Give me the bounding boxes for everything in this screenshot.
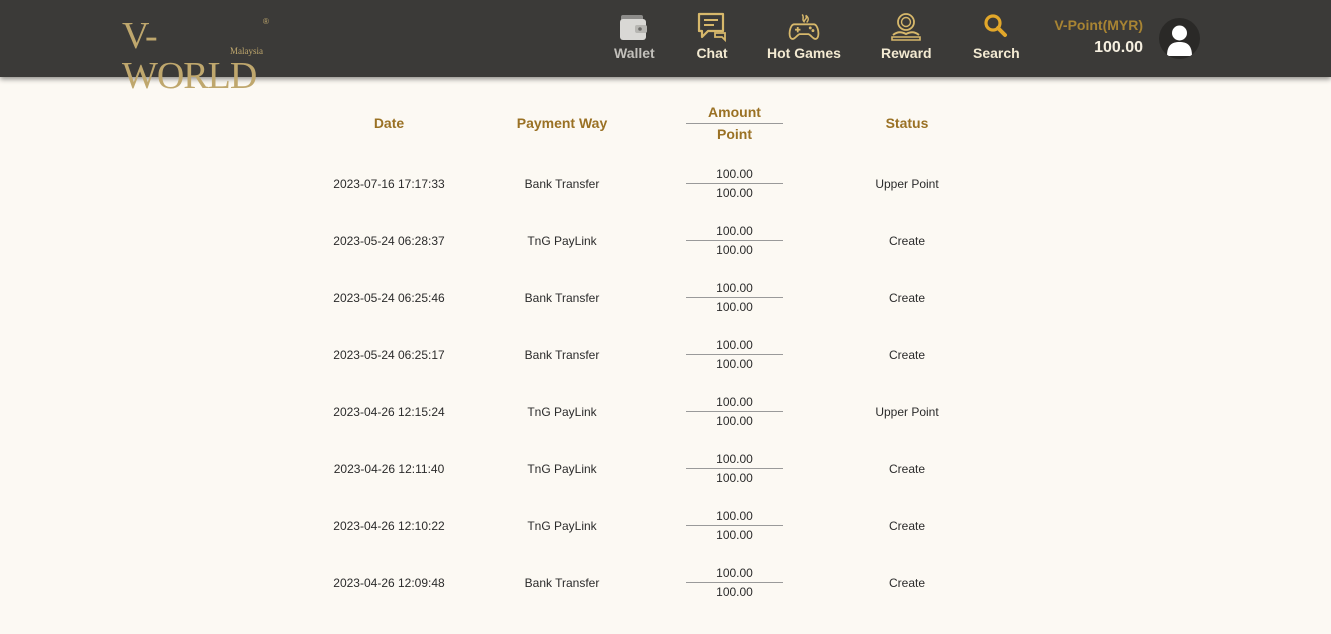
gamepad-icon (787, 10, 821, 44)
row-amount-divider (686, 468, 783, 469)
vpoint-balance[interactable]: V-Point(MYR) 100.00 (1054, 17, 1143, 57)
column-header-date: Date (373, 115, 405, 131)
nav-chat-label: Chat (696, 45, 728, 61)
row-amount-divider (686, 354, 783, 355)
row-amount: 100.00 (716, 338, 753, 352)
vpoint-balance-value: 100.00 (1094, 39, 1143, 56)
row-status: Upper Point (875, 177, 939, 191)
row-point: 100.00 (716, 414, 753, 428)
row-status: Create (888, 462, 926, 476)
row-payment-way: TnG PayLink (527, 234, 597, 248)
wallet-icon (617, 10, 651, 44)
row-status: Create (888, 291, 926, 305)
nav-hot-games-label: Hot Games (767, 45, 841, 61)
row-point: 100.00 (716, 186, 753, 200)
row-date: 2023-05-24 06:28:37 (333, 234, 445, 248)
row-status: Create (888, 234, 926, 248)
row-amount: 100.00 (716, 395, 753, 409)
row-amount: 100.00 (716, 452, 753, 466)
nav-wallet[interactable]: Wallet (614, 10, 655, 66)
user-icon (1167, 25, 1192, 56)
row-date: 2023-07-16 17:17:33 (333, 177, 445, 191)
reward-icon (889, 10, 923, 44)
row-amount-divider (686, 183, 783, 184)
nav-search[interactable]: Search (973, 10, 1020, 66)
row-amount-divider (686, 411, 783, 412)
row-amount-divider (686, 240, 783, 241)
row-amount-divider (686, 582, 783, 583)
row-amount: 100.00 (716, 167, 753, 181)
row-payment-way: Bank Transfer (524, 291, 600, 305)
logo-text: V-WORLD (122, 15, 257, 97)
row-point: 100.00 (716, 300, 753, 314)
column-header-point: Point (717, 126, 752, 142)
row-date: 2023-04-26 12:09:48 (333, 576, 445, 590)
row-point: 100.00 (716, 357, 753, 371)
column-header-amount: Amount (708, 104, 761, 120)
row-date: 2023-04-26 12:10:22 (333, 519, 445, 533)
user-avatar[interactable] (1159, 18, 1200, 59)
column-header-payment-way: Payment Way (516, 115, 608, 131)
column-header-divider (686, 123, 783, 124)
row-point: 100.00 (716, 585, 753, 599)
column-header-status: Status (885, 115, 929, 131)
row-point: 100.00 (716, 471, 753, 485)
brand-logo[interactable]: V-WORLD ® Malaysia (122, 16, 272, 96)
chat-icon (695, 10, 729, 44)
row-status: Create (888, 348, 926, 362)
nav-chat[interactable]: Chat (695, 10, 729, 66)
row-payment-way: TnG PayLink (527, 405, 597, 419)
row-date: 2023-05-24 06:25:17 (333, 348, 445, 362)
row-amount: 100.00 (716, 566, 753, 580)
search-icon (979, 10, 1013, 44)
row-date: 2023-04-26 12:11:40 (333, 462, 445, 476)
row-amount: 100.00 (716, 509, 753, 523)
top-navigation-bar: V-WORLD ® Malaysia Wallet Chat Hot Games… (0, 0, 1331, 96)
row-amount-divider (686, 525, 783, 526)
nav-wallet-label: Wallet (614, 45, 655, 61)
row-status: Create (888, 519, 926, 533)
row-status: Create (888, 576, 926, 590)
row-payment-way: TnG PayLink (527, 519, 597, 533)
nav-search-label: Search (973, 45, 1020, 61)
logo-subtitle: Malaysia (230, 46, 263, 56)
vpoint-currency-label: V-Point(MYR) (1054, 17, 1143, 33)
logo-registered-mark: ® (263, 17, 269, 26)
row-status: Upper Point (875, 405, 939, 419)
nav-reward-label: Reward (881, 45, 932, 61)
nav-reward[interactable]: Reward (881, 10, 932, 66)
row-amount-divider (686, 297, 783, 298)
row-amount: 100.00 (716, 224, 753, 238)
row-payment-way: Bank Transfer (524, 348, 600, 362)
row-date: 2023-05-24 06:25:46 (333, 291, 445, 305)
row-amount: 100.00 (716, 281, 753, 295)
row-payment-way: Bank Transfer (524, 576, 600, 590)
row-point: 100.00 (716, 528, 753, 542)
row-point: 100.00 (716, 243, 753, 257)
row-payment-way: Bank Transfer (524, 177, 600, 191)
nav-hot-games[interactable]: Hot Games (767, 10, 841, 66)
row-payment-way: TnG PayLink (527, 462, 597, 476)
row-date: 2023-04-26 12:15:24 (333, 405, 445, 419)
